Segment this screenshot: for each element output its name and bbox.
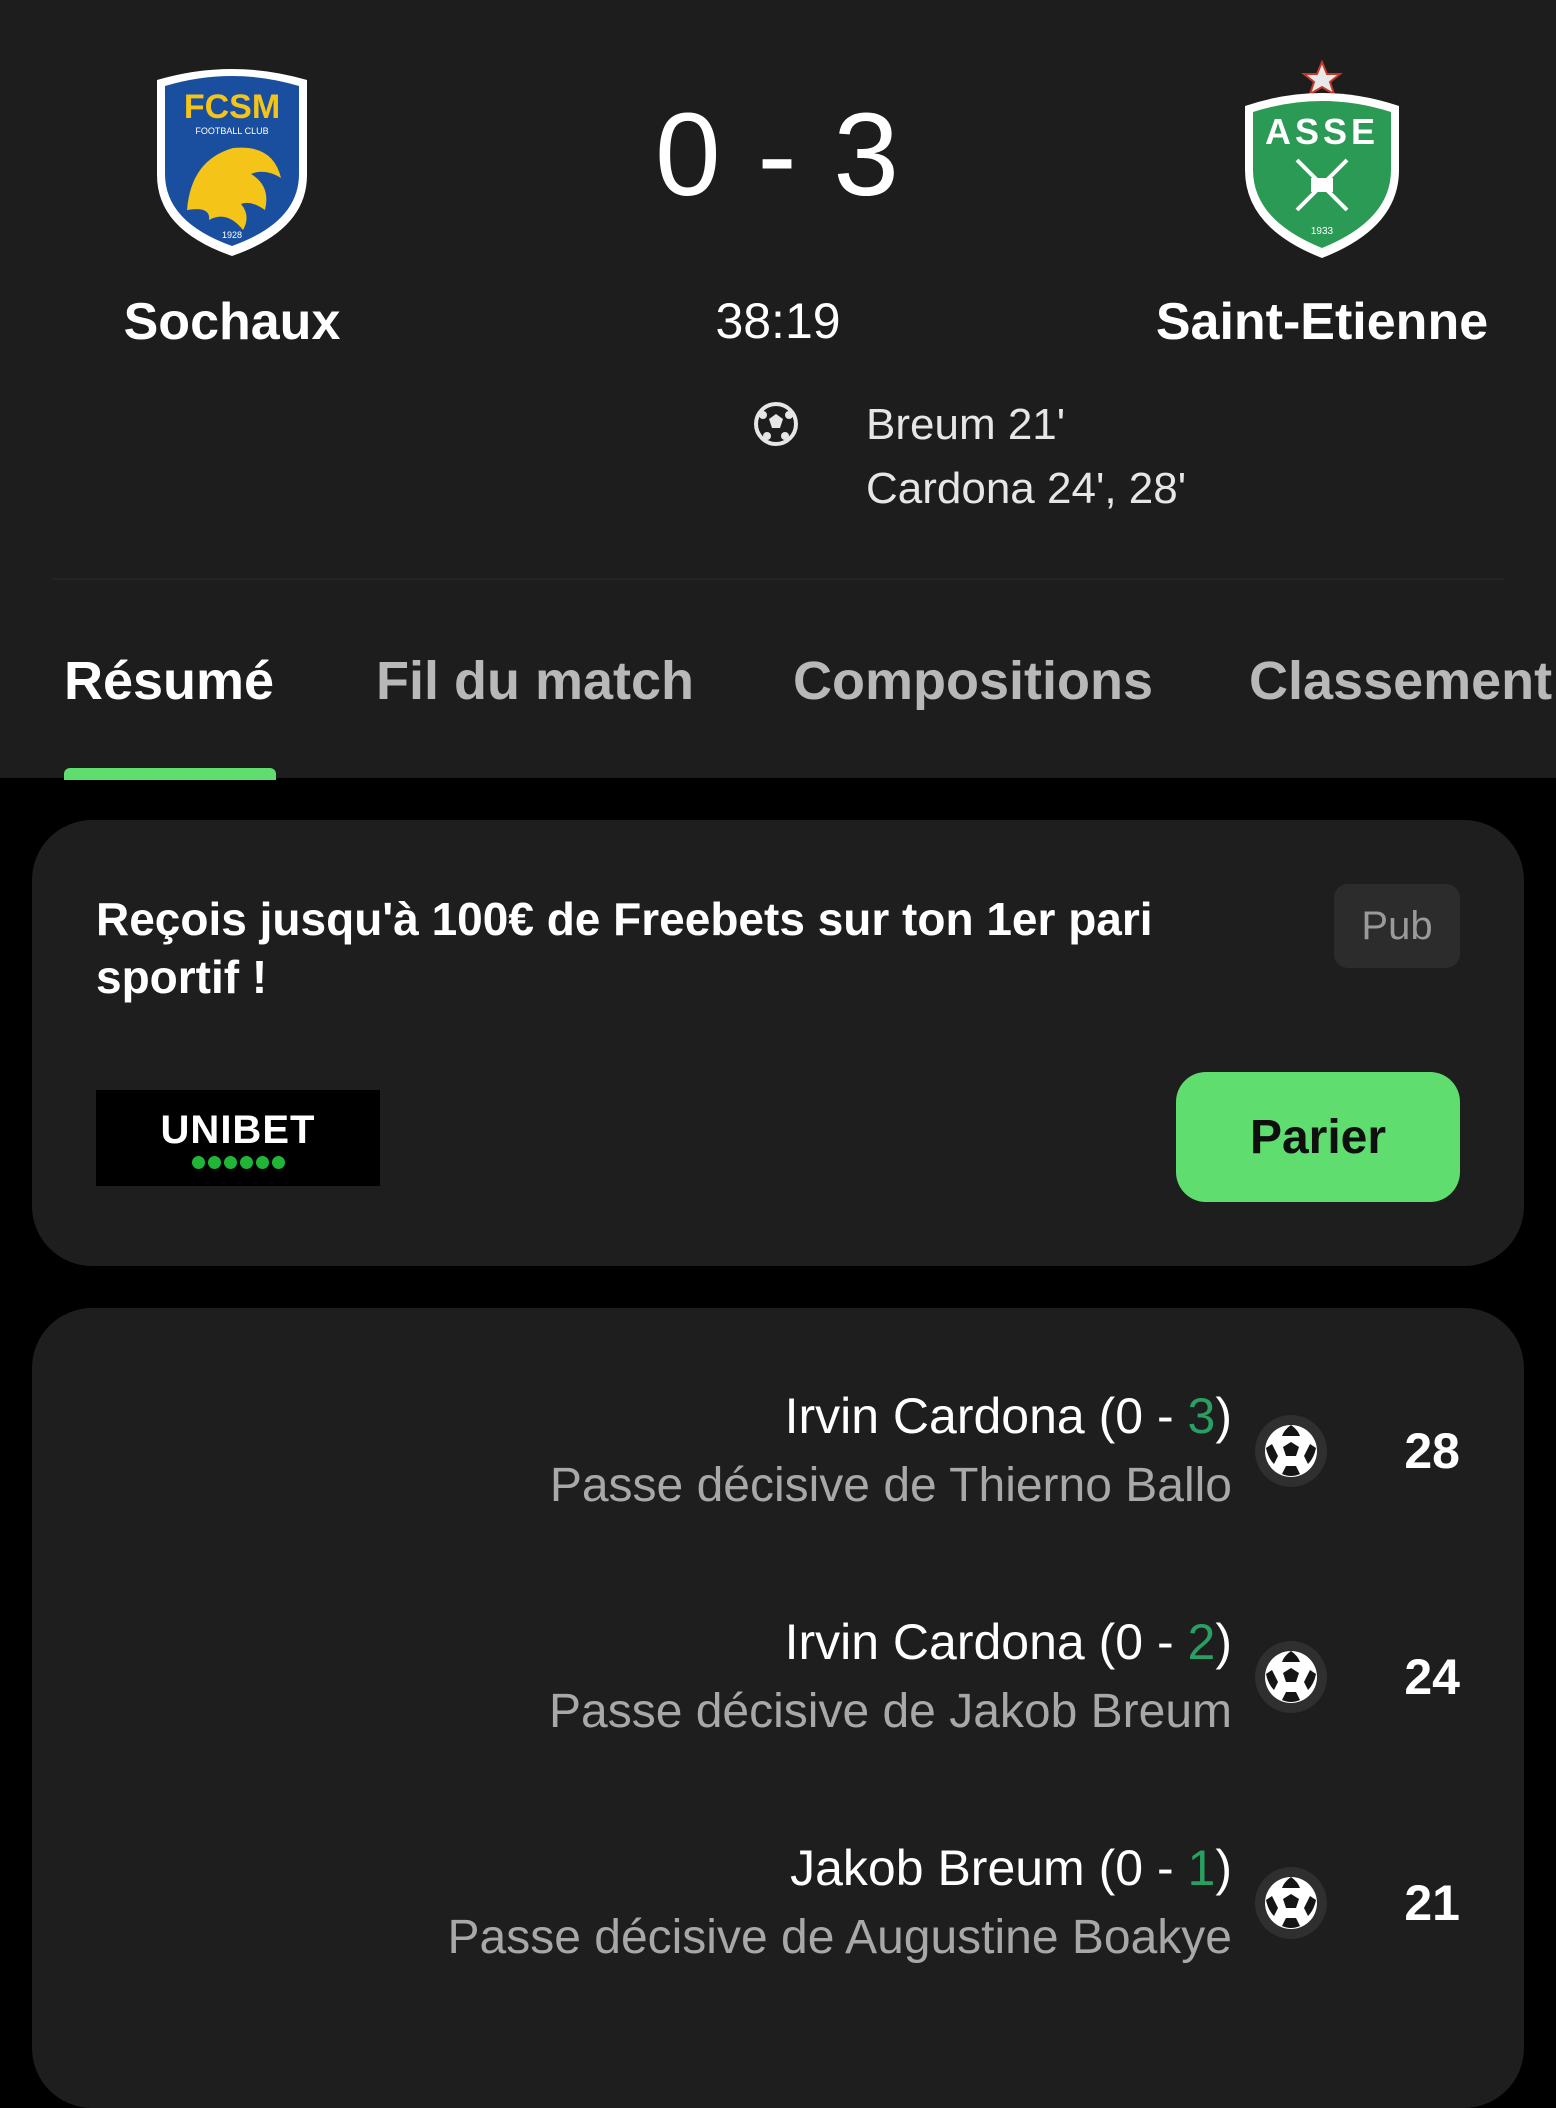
event-assist: Passe décisive de Jakob Breum: [548, 1685, 1232, 1738]
away-team-name: Saint-Etienne: [1155, 293, 1489, 351]
goal-event[interactable]: Jakob Breum (0 - 1) Passe décisive de Au…: [32, 1836, 1524, 1996]
svg-text:FOOTBALL CLUB: FOOTBALL CLUB: [195, 126, 268, 136]
scorer-line: Cardona 24', 28': [866, 464, 1187, 513]
unibet-dots-icon: [191, 1155, 285, 1169]
event-scorer: Irvin Cardona (0 - 3): [784, 1388, 1232, 1444]
tab-classement[interactable]: Classement: [1249, 650, 1552, 712]
event-assist: Passe décisive de Thierno Ballo: [549, 1459, 1232, 1512]
home-team[interactable]: FCSM FOOTBALL CLUB 1928 Sochaux: [52, 60, 412, 352]
unibet-logo-text: UNIBET: [160, 1107, 316, 1152]
event-minute: 24: [1404, 1649, 1460, 1705]
ad-text: Reçois jusqu'à 100€ de Freebets sur ton …: [96, 893, 1153, 1003]
ad-card[interactable]: Reçois jusqu'à 100€ de Freebets sur ton …: [32, 820, 1524, 1266]
match-clock: 38:19: [715, 293, 841, 349]
event-minute: 28: [1404, 1423, 1460, 1479]
match-score: 0 - 3: [654, 89, 902, 221]
bet-button[interactable]: Parier: [1176, 1072, 1460, 1202]
tab-bar: Résumé Fil du match Compositions Classem…: [0, 640, 1556, 778]
divider: [52, 578, 1504, 580]
away-team[interactable]: ASSE 1933 Saint-Etienne: [1142, 60, 1502, 352]
saint-etienne-crest-icon: ASSE 1933: [1245, 60, 1399, 258]
goal-events-card: Irvin Cardona (0 - 3) Passe décisive de …: [32, 1308, 1524, 2108]
tab-resume[interactable]: Résumé: [64, 650, 274, 712]
soccer-ball-icon: [1255, 1867, 1327, 1939]
soccer-ball-icon: [754, 402, 798, 446]
tab-fil-du-match[interactable]: Fil du match: [376, 650, 694, 712]
svg-text:1928: 1928: [222, 230, 242, 240]
soccer-ball-icon: [1255, 1415, 1327, 1487]
goal-event[interactable]: Irvin Cardona (0 - 3) Passe décisive de …: [32, 1384, 1524, 1544]
goal-event[interactable]: Irvin Cardona (0 - 2) Passe décisive de …: [32, 1610, 1524, 1770]
svg-text:1933: 1933: [1311, 226, 1334, 237]
svg-text:ASSE: ASSE: [1265, 111, 1379, 152]
active-tab-indicator: [64, 768, 276, 780]
event-minute: 21: [1404, 1875, 1460, 1931]
ad-badge: Pub: [1334, 884, 1460, 968]
home-team-name: Sochaux: [123, 293, 341, 351]
event-assist: Passe décisive de Augustine Boakye: [447, 1911, 1233, 1964]
event-scorer: Jakob Breum (0 - 1): [790, 1840, 1232, 1896]
event-scorer: Irvin Cardona (0 - 2): [784, 1614, 1232, 1670]
unibet-logo[interactable]: UNIBET: [96, 1090, 380, 1186]
match-header: FCSM FOOTBALL CLUB 1928 Sochaux 0 - 3 38…: [0, 0, 1556, 780]
tab-compositions[interactable]: Compositions: [793, 650, 1153, 712]
soccer-ball-icon: [1255, 1641, 1327, 1713]
sochaux-crest-icon: FCSM FOOTBALL CLUB 1928: [157, 69, 307, 256]
svg-text:FCSM: FCSM: [184, 88, 280, 126]
scorer-line: Breum 21': [866, 400, 1066, 449]
